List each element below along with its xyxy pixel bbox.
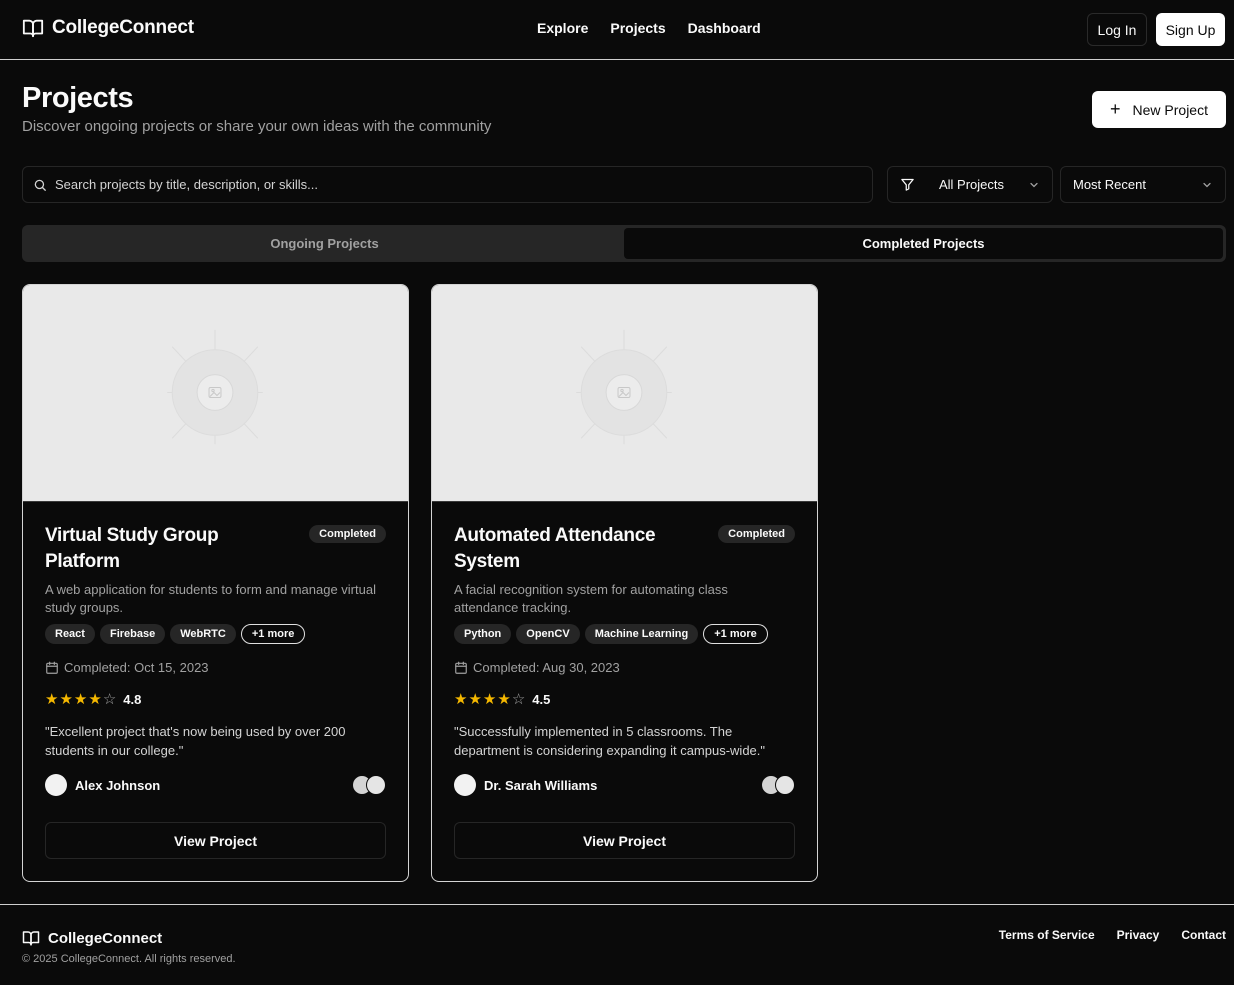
- project-card: Automated Attendance System Completed A …: [431, 284, 818, 882]
- collaborator-avatars: [761, 775, 795, 795]
- calendar-icon: [46, 661, 58, 674]
- skill-tag: Python: [454, 624, 512, 644]
- calendar-icon: [455, 661, 467, 674]
- status-badge: Completed: [309, 525, 386, 543]
- collaborator-avatars: [352, 775, 386, 795]
- star-empty-icon: ☆: [102, 691, 117, 708]
- project-title: Virtual Study Group Platform: [45, 525, 219, 572]
- star-filled-icon: ★: [454, 691, 468, 708]
- sort-value: Most Recent: [1073, 177, 1146, 192]
- search-icon: [34, 179, 46, 191]
- author-name: Dr. Sarah Williams: [484, 777, 598, 793]
- category-filter-value: All Projects: [939, 177, 1005, 192]
- search-box: [22, 166, 873, 203]
- image-placeholder-icon: [576, 329, 672, 445]
- author: Dr. Sarah Williams: [454, 774, 795, 796]
- status-badge: Completed: [718, 525, 795, 543]
- chevron-down-icon: [1203, 182, 1211, 187]
- new-project-label: New Project: [1132, 101, 1208, 118]
- completion-date-text: Completed: Aug 30, 2023: [473, 660, 620, 675]
- page-title: Projects: [22, 82, 134, 114]
- page-subtitle: Discover ongoing projects or share your …: [22, 118, 492, 135]
- nav-dashboard[interactable]: Dashboard: [688, 20, 761, 36]
- skill-tag: OpenCV: [516, 624, 580, 644]
- rating-value: 4.5: [532, 692, 551, 707]
- image-placeholder-icon: [167, 329, 263, 445]
- nav-projects[interactable]: Projects: [610, 20, 665, 36]
- skill-tag: Firebase: [99, 624, 166, 644]
- main-nav: Explore Projects Dashboard: [537, 20, 761, 36]
- skill-tags: React Firebase WebRTC +1 more: [45, 624, 386, 644]
- filter-icon: [901, 178, 914, 191]
- project-image-placeholder: [23, 285, 408, 502]
- author-name: Alex Johnson: [75, 777, 161, 793]
- footer-link-contact[interactable]: Contact: [1181, 928, 1226, 942]
- brand-name: CollegeConnect: [52, 17, 194, 38]
- book-open-icon: [22, 931, 40, 946]
- login-button[interactable]: Log In: [1087, 13, 1147, 46]
- footer-link-terms[interactable]: Terms of Service: [999, 928, 1095, 942]
- more-tags-badge[interactable]: +1 more: [703, 624, 768, 644]
- view-project-button[interactable]: View Project: [454, 822, 795, 859]
- project-image-placeholder: [432, 285, 817, 502]
- star-filled-icon: ★: [482, 691, 497, 708]
- rating: ★ ★ ★ ★ ☆ 4.5: [454, 692, 795, 707]
- star-empty-icon: ☆: [511, 691, 526, 708]
- chevron-down-icon: [1030, 182, 1038, 187]
- search-input[interactable]: [55, 177, 835, 192]
- more-tags-badge[interactable]: +1 more: [240, 624, 306, 644]
- sort-select[interactable]: Most Recent: [1060, 166, 1226, 203]
- footer-link-privacy[interactable]: Privacy: [1117, 928, 1160, 942]
- project-card: Virtual Study Group Platform Completed A…: [22, 284, 409, 882]
- view-project-button[interactable]: View Project: [45, 822, 386, 859]
- category-filter-select[interactable]: All Projects: [887, 166, 1053, 203]
- star-filled-icon: ★: [73, 691, 88, 708]
- star-filled-icon: ★: [497, 691, 511, 708]
- skill-tag: Machine Learning: [584, 624, 699, 644]
- avatar: [454, 774, 476, 796]
- rating: ★ ★ ★ ★ ☆ 4.8: [45, 692, 386, 707]
- author: Alex Johnson: [45, 774, 386, 796]
- avatar: [45, 774, 67, 796]
- testimonial-quote: "Successfully implemented in 5 classroom…: [454, 724, 766, 758]
- new-project-button[interactable]: + New Project: [1092, 91, 1226, 128]
- footer: CollegeConnect © 2025 CollegeConnect. Al…: [0, 904, 1234, 985]
- skill-tag: React: [45, 624, 95, 644]
- copyright: © 2025 CollegeConnect. All rights reserv…: [22, 953, 236, 965]
- project-title: Automated Attendance System: [454, 525, 656, 572]
- star-filled-icon: ★: [88, 691, 102, 708]
- testimonial-quote: "Excellent project that's now being used…: [45, 724, 346, 758]
- rating-value: 4.8: [123, 692, 142, 707]
- tab-ongoing-projects[interactable]: Ongoing Projects: [25, 228, 624, 259]
- footer-links: Terms of Service Privacy Contact: [999, 928, 1226, 942]
- footer-brand-name: CollegeConnect: [48, 929, 163, 947]
- completion-date: Completed: Oct 15, 2023: [45, 660, 386, 675]
- skill-tag: WebRTC: [170, 624, 236, 644]
- brand-logo[interactable]: CollegeConnect: [22, 17, 194, 39]
- completion-date: Completed: Aug 30, 2023: [454, 660, 795, 675]
- star-filled-icon: ★: [59, 691, 73, 708]
- project-description: A facial recognition system for automati…: [454, 582, 728, 615]
- project-description: A web application for students to form a…: [45, 582, 376, 615]
- skill-tags: Python OpenCV Machine Learning +1 more: [454, 624, 795, 644]
- signup-button[interactable]: Sign Up: [1156, 13, 1225, 46]
- tab-completed-projects[interactable]: Completed Projects: [624, 228, 1223, 259]
- star-filled-icon: ★: [45, 691, 59, 708]
- top-nav-bar: CollegeConnect Explore Projects Dashboar…: [0, 0, 1234, 60]
- plus-icon: +: [1110, 98, 1121, 119]
- nav-explore[interactable]: Explore: [537, 20, 588, 36]
- star-filled-icon: ★: [468, 691, 482, 708]
- footer-brand[interactable]: CollegeConnect: [22, 929, 162, 947]
- book-open-icon: [22, 19, 44, 38]
- completion-date-text: Completed: Oct 15, 2023: [64, 660, 209, 675]
- project-tabs: Ongoing Projects Completed Projects: [22, 225, 1226, 262]
